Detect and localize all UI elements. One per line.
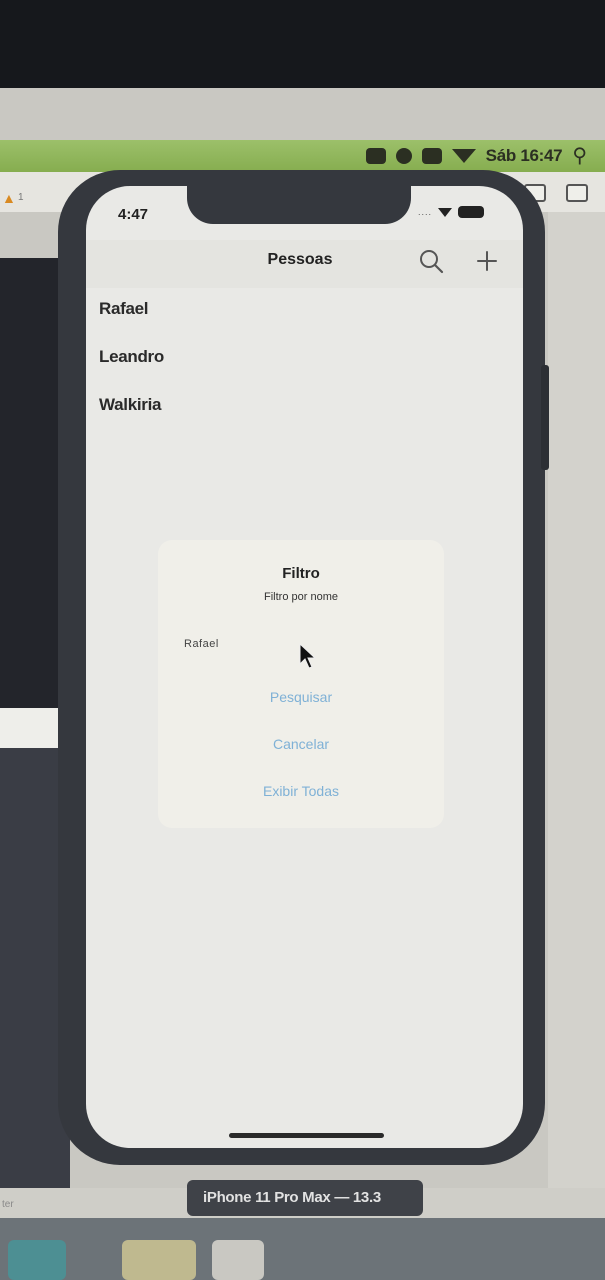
warning-icon[interactable]: ▲: [2, 190, 16, 206]
search-button[interactable]: [416, 246, 446, 276]
home-indicator[interactable]: [229, 1133, 384, 1138]
editor-light-strip: [0, 708, 62, 748]
cancel-button[interactable]: Cancelar: [158, 724, 444, 764]
wifi-icon[interactable]: [451, 149, 476, 163]
alert-message: Filtro por nome: [264, 591, 338, 603]
list-item[interactable]: Rafael: [99, 299, 149, 319]
status-bar-indicators: ....: [418, 206, 485, 218]
page-title: Pessoas: [267, 251, 333, 268]
dock: [0, 1218, 605, 1280]
app-icon[interactable]: [365, 148, 386, 164]
show-all-button[interactable]: Exibir Todas: [158, 771, 444, 811]
dock-app-icon[interactable]: [8, 1240, 66, 1280]
device-side-button[interactable]: [541, 365, 549, 470]
airplay-icon[interactable]: [421, 148, 442, 164]
dock-app-icon[interactable]: [122, 1240, 196, 1280]
alert-title: Filtro: [282, 565, 320, 582]
dock-trash-icon[interactable]: [212, 1240, 264, 1280]
search-icon: [420, 250, 444, 274]
plus-icon: [477, 251, 497, 271]
warning-count: 1: [18, 192, 24, 203]
spotlight-search-icon[interactable]: ⚲: [572, 146, 587, 166]
list-item[interactable]: Leandro: [99, 347, 164, 367]
signal-icon: ....: [418, 207, 433, 217]
list-item[interactable]: Walkiria: [99, 395, 161, 415]
inspector-toggle-icon[interactable]: [566, 184, 588, 202]
menu-bar-clock[interactable]: Sáb 16:47: [486, 146, 563, 166]
mac-menu-bar: Sáb 16:47 ⚲: [0, 140, 605, 172]
mouse-cursor-icon: [299, 642, 316, 669]
battery-icon: [458, 206, 485, 218]
simulator-device-label: iPhone 11 Pro Max — 13.3: [187, 1180, 423, 1216]
inspector-area: [548, 212, 605, 1192]
add-person-button[interactable]: [472, 246, 502, 276]
filter-field-text[interactable]: ter: [2, 1199, 14, 1210]
photo-top-dark-area: [0, 0, 605, 88]
status-bar-time: 4:47: [118, 206, 149, 223]
search-alert-button[interactable]: Pesquisar: [158, 677, 444, 717]
record-icon[interactable]: [395, 148, 412, 164]
device-notch: [187, 170, 411, 224]
wifi-icon: [438, 207, 453, 217]
